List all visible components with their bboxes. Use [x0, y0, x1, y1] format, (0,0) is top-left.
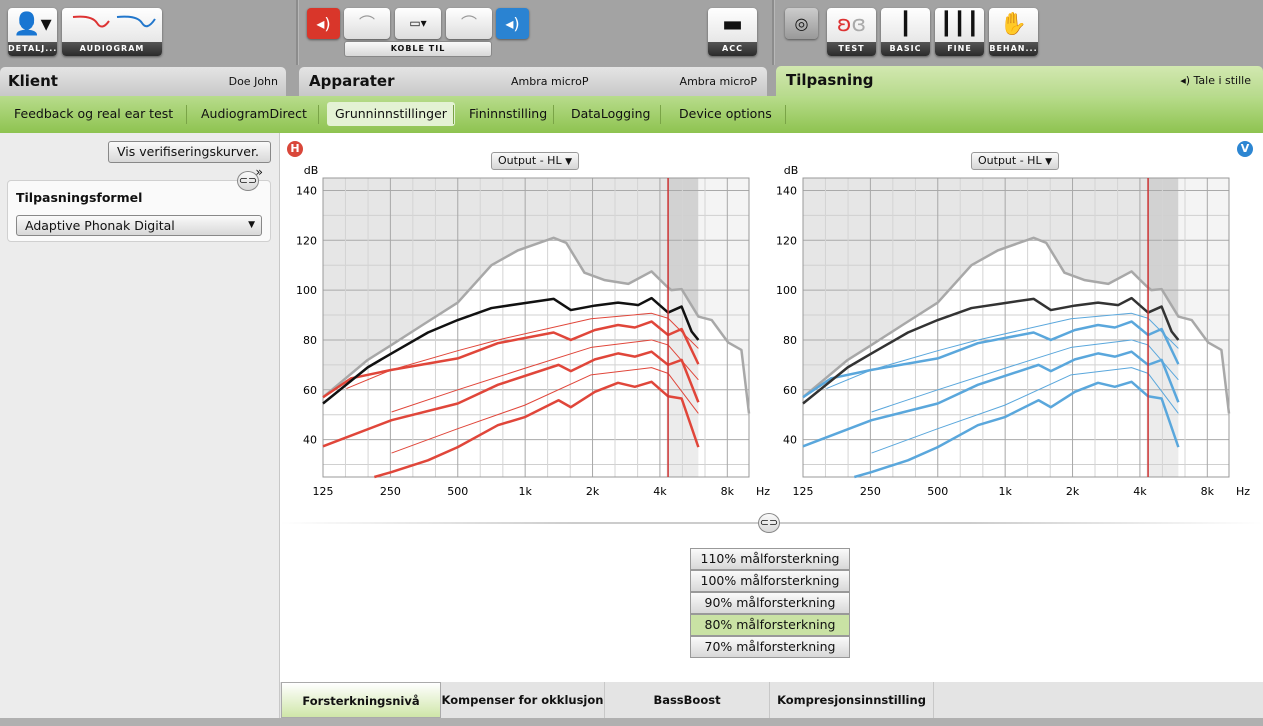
- tab-okklusjon[interactable]: Kompenser for okklusjon: [441, 682, 605, 718]
- x-axis-unit: Hz: [1236, 485, 1250, 498]
- level-80[interactable]: 80% målforsterkning: [690, 614, 850, 636]
- y-axis-unit: dB: [784, 164, 799, 177]
- x-tick-label: 4k: [1133, 485, 1147, 498]
- x-tick-label: 8k: [1201, 485, 1215, 498]
- level-110[interactable]: 110% målforsterkning: [690, 548, 850, 570]
- y-tick-label: 80: [783, 334, 797, 347]
- y-tick-label: 100: [776, 284, 797, 297]
- y-tick-label: 140: [776, 184, 797, 197]
- level-70[interactable]: 70% målforsterkning: [690, 636, 850, 658]
- level-100[interactable]: 100% målforsterkning: [690, 570, 850, 592]
- tab-forsterkningsniva[interactable]: Forsterkningsnivå: [281, 682, 441, 718]
- left-ear-chart: 40 60 80 100 120 140 125 250 500 1k 2k 4k 8k dB Hz: [776, 164, 1250, 498]
- tab-kompresjon[interactable]: Kompresjonsinnstilling: [770, 682, 934, 718]
- y-tick-label: 120: [776, 234, 797, 247]
- x-tick-label: 1k: [998, 485, 1012, 498]
- link-icon[interactable]: ⊂⊃: [758, 513, 780, 533]
- x-tick-label: 125: [793, 485, 814, 498]
- x-tick-label: 500: [927, 485, 948, 498]
- x-tick-label: 2k: [1066, 485, 1080, 498]
- x-tick-label: 250: [860, 485, 881, 498]
- level-90[interactable]: 90% målforsterkning: [690, 592, 850, 614]
- tab-bassboost[interactable]: BassBoost: [605, 682, 770, 718]
- y-tick-label: 40: [783, 434, 797, 447]
- y-tick-label: 60: [783, 384, 797, 397]
